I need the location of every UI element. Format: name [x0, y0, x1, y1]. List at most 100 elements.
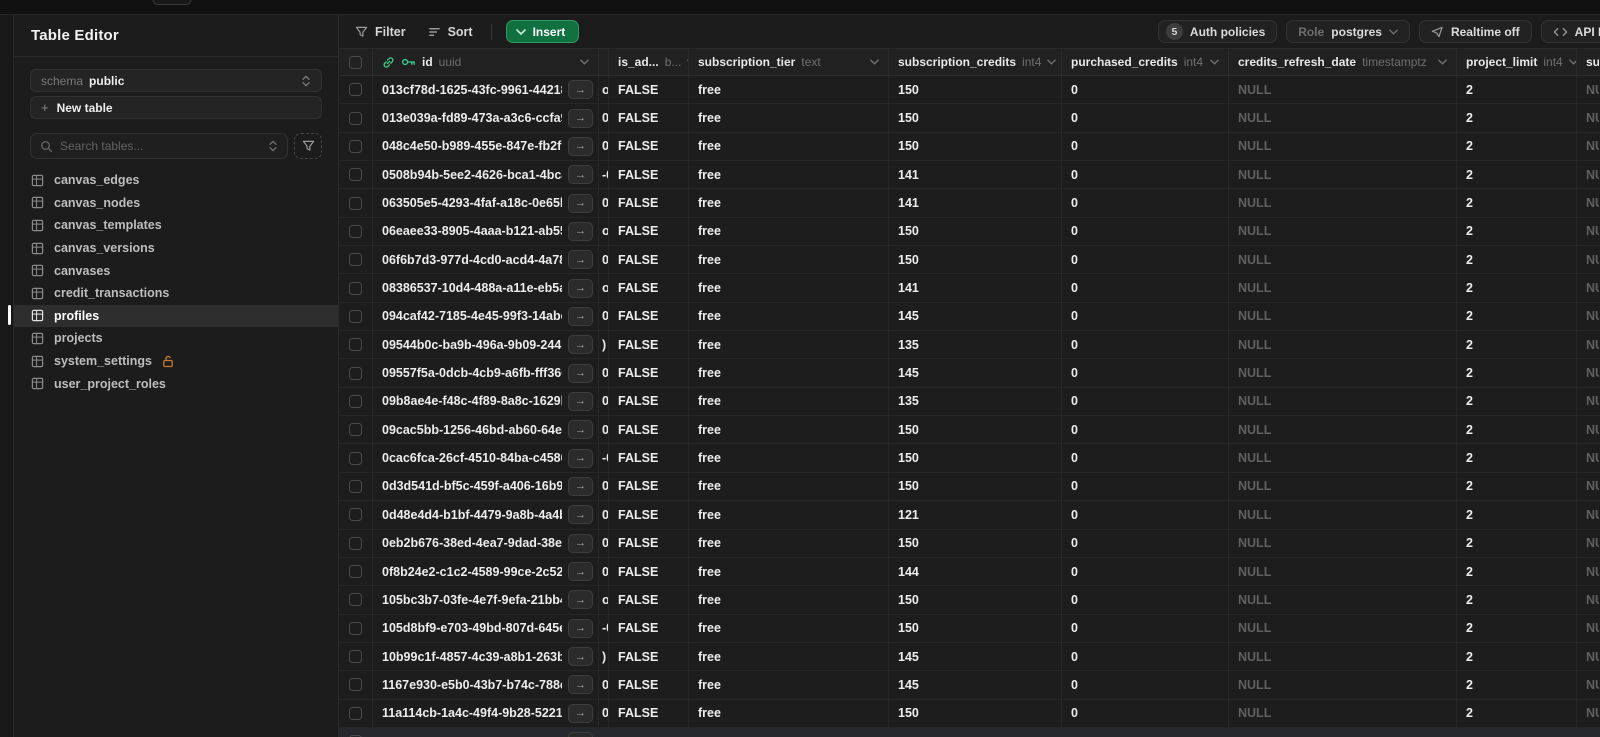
subscription-credits-cell[interactable]: 150: [889, 416, 1062, 444]
purchased-credits-cell[interactable]: 0: [1062, 387, 1229, 416]
id-cell[interactable]: 063505e5-4293-4faf-a18c-0e65b... →: [373, 189, 599, 217]
clipped-column-cell[interactable]: NULL: [1577, 331, 1599, 358]
realtime-toggle-button[interactable]: Realtime off: [1418, 20, 1532, 43]
sidebar-table-item[interactable]: canvas_versions: [14, 237, 338, 260]
credits-refresh-date-cell[interactable]: NULL: [1229, 444, 1457, 472]
id-cell[interactable]: 094caf42-7185-4e45-99f3-14abee... →: [373, 302, 599, 331]
table-row[interactable]: 105d8bf9-e703-49bd-807d-645e... → -0 FAL…: [339, 614, 1600, 643]
is-admin-cell[interactable]: FALSE: [609, 217, 689, 246]
project-limit-cell[interactable]: 2: [1457, 671, 1577, 699]
subscription-credits-cell[interactable]: 121: [889, 501, 1062, 529]
subscription-credits-cell[interactable]: 135: [889, 331, 1062, 359]
clipped-column-cell[interactable]: NULL: [1577, 388, 1599, 415]
hidden-column-cell[interactable]: o: [599, 217, 609, 246]
subscription-tier-cell[interactable]: free: [689, 302, 889, 331]
subscription-credits-cell[interactable]: 150: [889, 614, 1062, 642]
purchased-credits-cell[interactable]: 0: [1062, 359, 1229, 387]
purchased-credits-cell[interactable]: 0: [1062, 642, 1229, 671]
purchased-credits-cell[interactable]: 0: [1062, 557, 1229, 586]
is-admin-cell[interactable]: FALSE: [609, 302, 689, 331]
project-limit-cell[interactable]: 2: [1457, 132, 1577, 161]
purchased-credits-cell[interactable]: 0: [1062, 699, 1229, 727]
row-checkbox[interactable]: [349, 83, 362, 97]
credits-refresh-date-cell[interactable]: NULL: [1229, 614, 1457, 642]
row-checkbox[interactable]: [349, 565, 362, 579]
row-checkbox[interactable]: [349, 196, 362, 210]
purchased-credits-cell[interactable]: [1062, 727, 1229, 737]
hidden-column-cell[interactable]: ): [599, 331, 609, 359]
hidden-column-cell[interactable]: 0c: [599, 699, 609, 727]
project-limit-cell[interactable]: 2: [1457, 246, 1577, 274]
subscription-tier-cell[interactable]: free: [689, 331, 889, 359]
table-row[interactable]: 0cac6fca-26cf-4510-84ba-c4580... → -0 FA…: [339, 444, 1600, 473]
expand-row-button[interactable]: →: [568, 108, 593, 128]
subscription-credits-cell[interactable]: 150: [889, 76, 1062, 104]
id-cell[interactable]: 09cac5bb-1256-46bd-ab60-64ed... →: [373, 416, 599, 444]
filter-tables-button[interactable]: [294, 133, 322, 159]
clipped-column-cell[interactable]: [1577, 728, 1599, 737]
expand-row-button[interactable]: →: [568, 193, 593, 213]
credits-refresh-date-cell[interactable]: NULL: [1229, 302, 1457, 331]
project-limit-cell[interactable]: 2: [1457, 302, 1577, 331]
clipped-column-cell[interactable]: NULL: [1577, 218, 1599, 245]
table-row[interactable]: 105bc3b7-03fe-4e7f-9efa-21bb40... → o FA…: [339, 586, 1600, 615]
id-cell[interactable]: 105d8bf9-e703-49bd-807d-645e... →: [373, 614, 599, 642]
column-header-id[interactable]: id uuid: [373, 49, 599, 75]
subscription-credits-cell[interactable]: 150: [889, 586, 1062, 614]
schema-select[interactable]: schema public: [30, 69, 322, 92]
subscription-credits-cell[interactable]: 150: [889, 444, 1062, 472]
hidden-column-cell[interactable]: o: [599, 274, 609, 302]
project-limit-cell[interactable]: 2: [1457, 416, 1577, 444]
credits-refresh-date-cell[interactable]: NULL: [1229, 359, 1457, 387]
is-admin-cell[interactable]: FALSE: [609, 189, 689, 217]
hidden-column-cell[interactable]: -0: [599, 614, 609, 642]
is-admin-cell[interactable]: FALSE: [609, 472, 689, 501]
purchased-credits-cell[interactable]: 0: [1062, 217, 1229, 246]
id-cell[interactable]: 105bc3b7-03fe-4e7f-9efa-21bb40... →: [373, 586, 599, 614]
purchased-credits-cell[interactable]: 0: [1062, 671, 1229, 699]
subscription-tier-cell[interactable]: free: [689, 699, 889, 727]
project-limit-cell[interactable]: 2: [1457, 189, 1577, 217]
clipped-column-cell[interactable]: NULL: [1577, 303, 1599, 330]
clipped-column-cell[interactable]: NULL: [1577, 416, 1599, 443]
expand-row-button[interactable]: →: [568, 703, 593, 723]
project-limit-cell[interactable]: 2: [1457, 557, 1577, 586]
subscription-tier-cell[interactable]: free: [689, 671, 889, 699]
table-row[interactable]: 06f6b7d3-977d-4cd0-acd4-4a78... → 0c FAL…: [339, 246, 1600, 275]
table-row[interactable]: 06eaee33-8905-4aaa-b121-ab552... → o FAL…: [339, 217, 1600, 247]
subscription-credits-cell[interactable]: 150: [889, 472, 1062, 501]
table-row[interactable]: 09544b0c-ba9b-496a-9b09-244... → ) FALSE…: [339, 331, 1600, 360]
project-limit-cell[interactable]: 2: [1457, 699, 1577, 727]
insert-button[interactable]: Insert: [505, 20, 580, 43]
is-admin-cell[interactable]: FALSE: [609, 557, 689, 586]
clipped-column-cell[interactable]: NULL: [1577, 643, 1599, 670]
table-row[interactable]: 09b8ae4e-f48c-4f89-8a8c-1629b... → 0c FA…: [339, 387, 1600, 417]
purchased-credits-cell[interactable]: 0: [1062, 246, 1229, 274]
purchased-credits-cell[interactable]: 0: [1062, 416, 1229, 444]
hidden-column-cell[interactable]: 0c: [599, 387, 609, 416]
hidden-column-cell[interactable]: o: [599, 76, 609, 104]
id-cell[interactable]: 06f6b7d3-977d-4cd0-acd4-4a78... →: [373, 246, 599, 274]
project-limit-cell[interactable]: 2: [1457, 614, 1577, 642]
id-cell[interactable]: 0f8b24e2-c1c2-4589-99ce-2c52d... →: [373, 557, 599, 586]
row-checkbox[interactable]: [349, 479, 362, 493]
hidden-column-cell[interactable]: 0c: [599, 529, 609, 557]
id-cell[interactable]: 11a114cb-1a4c-49f4-9b28-52219ec... →: [373, 699, 599, 727]
expand-row-button[interactable]: →: [568, 278, 593, 298]
project-limit-cell[interactable]: 2: [1457, 274, 1577, 302]
table-row[interactable]: 0d48e4d4-b1bf-4479-9a8b-4a4b... → 0c FAL…: [339, 501, 1600, 530]
is-admin-cell[interactable]: FALSE: [609, 416, 689, 444]
clipped-column-cell[interactable]: NULL: [1577, 189, 1599, 216]
row-checkbox[interactable]: [349, 621, 362, 635]
hidden-column-cell[interactable]: 0c: [599, 246, 609, 274]
table-row[interactable]: 063505e5-4293-4faf-a18c-0e65b... → 0c FA…: [339, 189, 1600, 218]
row-checkbox[interactable]: [349, 508, 362, 522]
credits-refresh-date-cell[interactable]: NULL: [1229, 161, 1457, 189]
expand-row-button[interactable]: →: [568, 335, 593, 355]
subscription-tier-cell[interactable]: free: [689, 472, 889, 501]
purchased-credits-cell[interactable]: 0: [1062, 76, 1229, 104]
id-cell[interactable]: 048c4e50-b989-455e-847e-fb2f... →: [373, 132, 599, 161]
column-header-subscription-tier[interactable]: subscription_tier text: [689, 49, 889, 75]
credits-refresh-date-cell[interactable]: NULL: [1229, 671, 1457, 699]
hidden-column-cell[interactable]: -0: [599, 444, 609, 472]
